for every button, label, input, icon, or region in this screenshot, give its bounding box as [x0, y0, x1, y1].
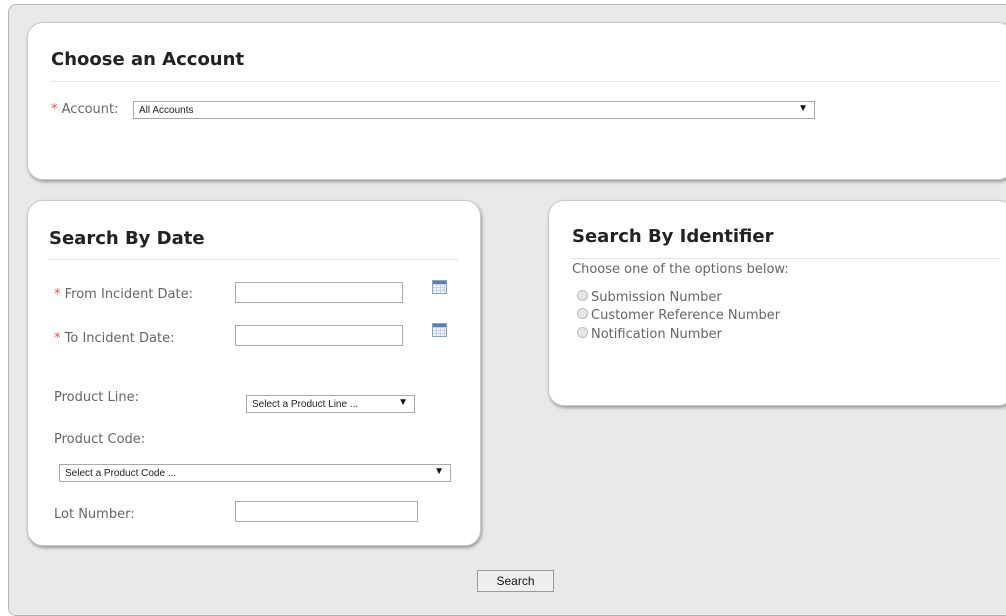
identifier-panel-title: Search By Identifier — [572, 226, 774, 247]
chevron-down-icon: ▼ — [798, 103, 808, 114]
date-panel: Search By Date * From Incident Date: * T… — [27, 200, 481, 546]
chevron-down-icon: ▼ — [434, 466, 444, 477]
radio-label: Notification Number — [591, 327, 722, 342]
calendar-icon[interactable] — [432, 280, 447, 294]
radio-icon[interactable] — [577, 290, 588, 301]
to-date-label: * To Incident Date: — [54, 331, 174, 346]
account-select-value: All Accounts — [139, 105, 194, 116]
lot-number-label: Lot Number: — [54, 507, 135, 522]
product-code-select[interactable]: Select a Product Code ... ▼ — [59, 464, 451, 482]
from-date-input[interactable] — [235, 282, 403, 303]
search-button[interactable]: Search — [477, 570, 554, 592]
radio-option-notification-number[interactable]: Notification Number — [577, 327, 722, 342]
product-line-select[interactable]: Select a Product Line ... ▼ — [246, 395, 415, 413]
radio-option-submission-number[interactable]: Submission Number — [577, 290, 722, 305]
account-label-text: Account: — [61, 102, 119, 117]
from-date-label: * From Incident Date: — [54, 287, 193, 302]
account-label: * Account: — [51, 102, 119, 117]
product-code-select-value: Select a Product Code ... — [65, 468, 177, 479]
from-date-label-text: From Incident Date: — [64, 287, 193, 302]
product-line-select-value: Select a Product Line ... — [252, 399, 359, 410]
required-marker: * — [54, 287, 61, 302]
radio-icon[interactable] — [577, 327, 588, 338]
identifier-instructions: Choose one of the options below: — [572, 262, 789, 277]
radio-label: Submission Number — [591, 290, 722, 305]
calendar-icon[interactable] — [432, 323, 447, 337]
account-panel: Choose an Account * Account: All Account… — [27, 22, 1006, 180]
lot-number-input[interactable] — [235, 501, 418, 522]
search-form-container: Choose an Account * Account: All Account… — [8, 4, 1006, 616]
date-title-divider — [48, 259, 458, 260]
account-title-divider — [50, 81, 1000, 82]
identifier-panel: Search By Identifier Choose one of the o… — [548, 200, 1006, 406]
required-marker: * — [51, 102, 58, 117]
chevron-down-icon: ▼ — [398, 397, 408, 408]
product-code-label: Product Code: — [54, 432, 146, 447]
to-date-label-text: To Incident Date: — [64, 331, 175, 346]
radio-icon[interactable] — [577, 308, 588, 319]
to-date-input[interactable] — [235, 325, 403, 346]
radio-option-customer-reference-number[interactable]: Customer Reference Number — [577, 308, 780, 323]
radio-label: Customer Reference Number — [591, 308, 781, 323]
account-panel-title: Choose an Account — [51, 49, 245, 70]
date-panel-title: Search By Date — [49, 228, 205, 249]
account-select[interactable]: All Accounts ▼ — [133, 101, 815, 119]
required-marker: * — [54, 331, 61, 346]
identifier-title-divider — [571, 258, 1001, 259]
product-line-label: Product Line: — [54, 390, 139, 405]
